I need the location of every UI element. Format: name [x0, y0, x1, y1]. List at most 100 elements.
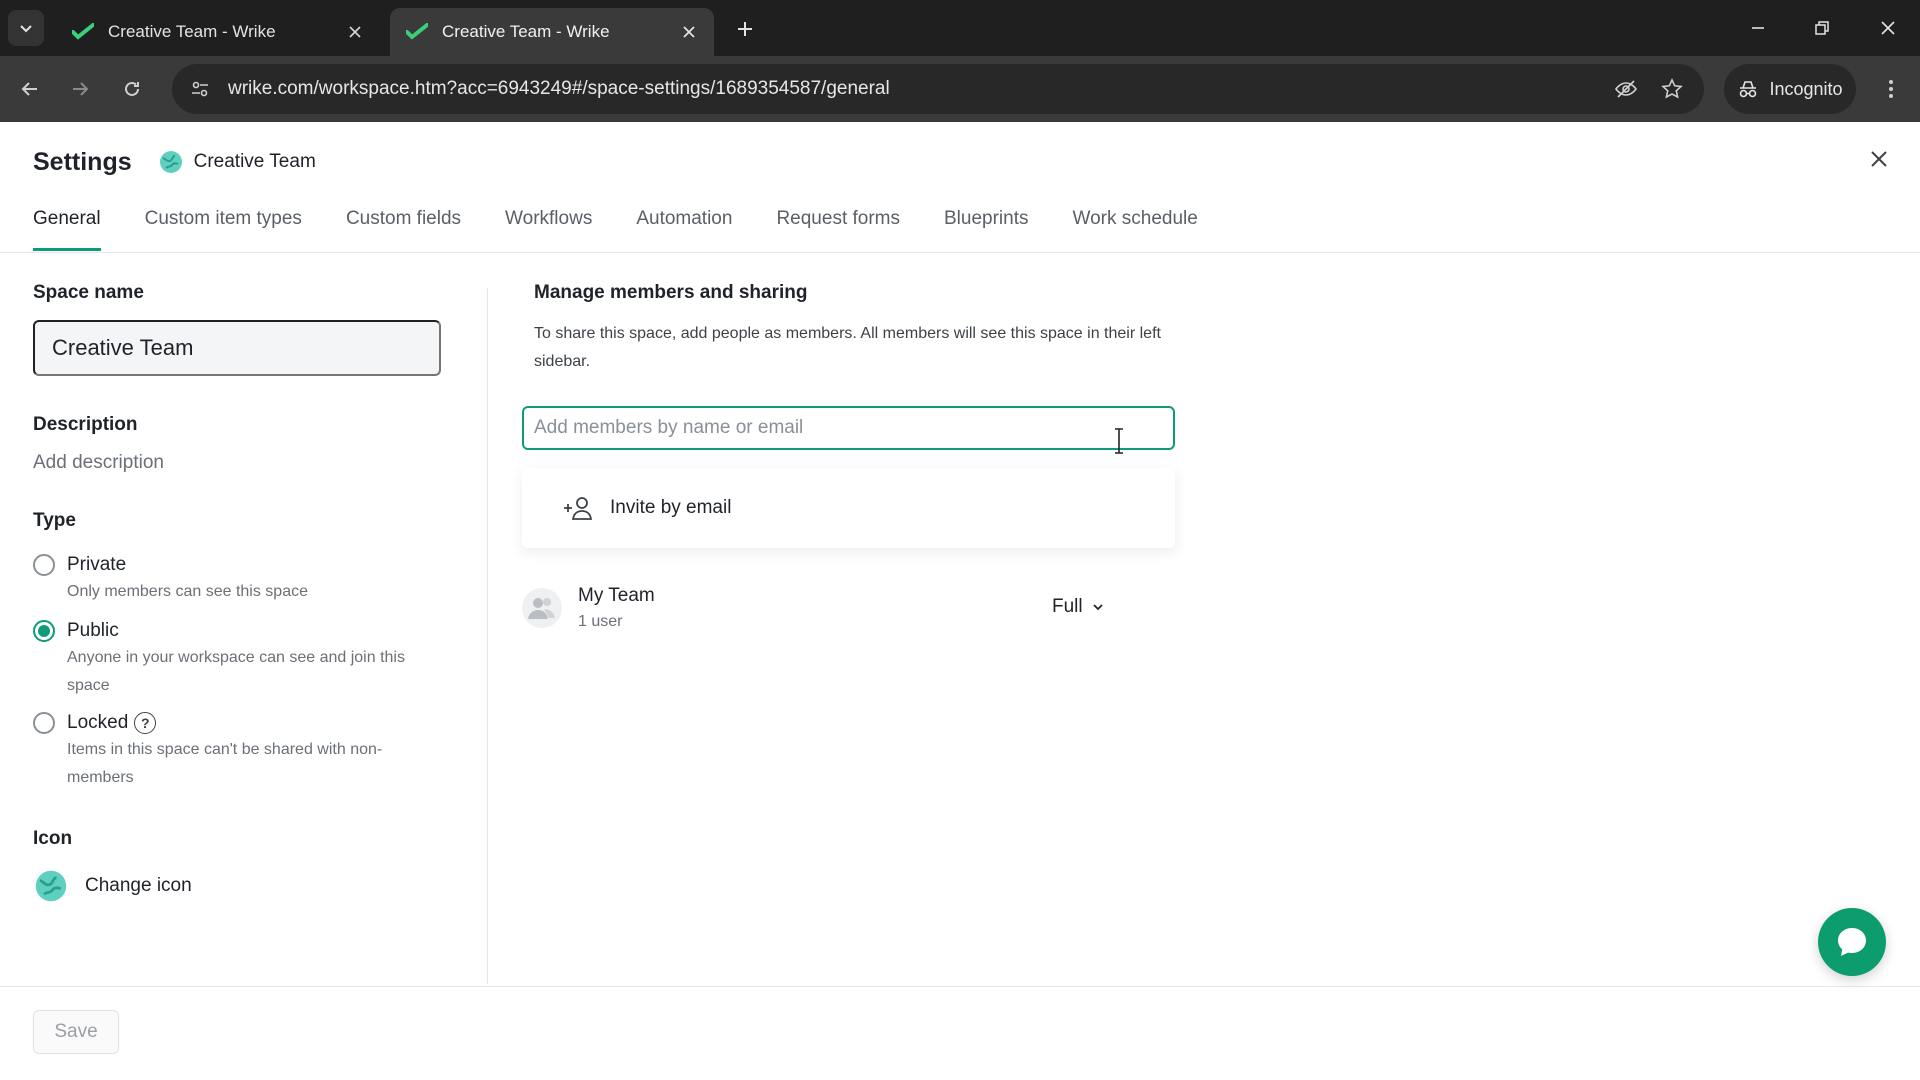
- arrow-right-icon: [73, 82, 89, 96]
- incognito-indicator[interactable]: Incognito: [1724, 64, 1856, 114]
- type-option-description: Items in this space can't be shared with…: [67, 741, 383, 786]
- browser-tab-strip: Creative Team - Wrike Creative Team - Wr…: [0, 0, 1920, 56]
- incognito-icon: [1740, 81, 1757, 98]
- type-option-description: Anyone in your workspace can see and joi…: [67, 649, 405, 694]
- add-user-icon: [564, 497, 593, 520]
- team-name: My Team: [578, 585, 655, 606]
- tab-workflows[interactable]: Workflows: [505, 204, 592, 252]
- type-option-public[interactable]: Public: [33, 620, 443, 642]
- settings-tabs: General Custom item types Custom fields …: [33, 204, 1242, 252]
- space-globe-icon: [35, 870, 67, 902]
- invite-by-email-option[interactable]: Invite by email: [562, 495, 731, 521]
- chevron-down-icon: [20, 25, 32, 33]
- url-text: wrike.com/workspace.htm?acc=6943249#/spa…: [228, 78, 890, 99]
- access-level-value: Full: [1052, 596, 1083, 617]
- browser-tab[interactable]: Creative Team - Wrike: [56, 8, 380, 56]
- member-row: My Team 1 user Full: [522, 580, 1122, 636]
- space-globe-icon: [159, 151, 182, 173]
- close-icon: [1881, 21, 1895, 35]
- tab-automation[interactable]: Automation: [636, 204, 732, 252]
- close-tab-button[interactable]: [678, 21, 700, 43]
- member-suggestions-dropdown: Invite by email: [522, 468, 1175, 548]
- chat-bubble-icon: [1838, 928, 1866, 956]
- manage-members-title: Manage members and sharing: [534, 282, 808, 303]
- minimize-icon: [1752, 27, 1764, 29]
- browser-menu-button[interactable]: [1876, 73, 1906, 105]
- tab-work-schedule[interactable]: Work schedule: [1073, 204, 1198, 252]
- description-label: Description: [33, 414, 138, 435]
- back-button[interactable]: [14, 73, 46, 105]
- tab-request-forms[interactable]: Request forms: [776, 204, 900, 252]
- incognito-label: Incognito: [1769, 78, 1843, 99]
- tab-general[interactable]: General: [33, 204, 101, 252]
- plus-icon: [738, 22, 752, 36]
- tab-title: Creative Team - Wrike: [108, 22, 276, 41]
- settings-header: Settings Creative Team: [33, 144, 316, 180]
- wrike-logo-icon: [406, 23, 428, 40]
- help-question-icon[interactable]: ?: [134, 712, 157, 734]
- tab-search-button[interactable]: [8, 10, 44, 46]
- space-settings-page: Settings Creative Team General Custom it…: [0, 122, 1920, 1080]
- change-icon-label: Change icon: [85, 875, 192, 896]
- access-level-select[interactable]: Full: [1052, 596, 1105, 618]
- radio-private[interactable]: [33, 554, 55, 576]
- wrike-logo-icon: [72, 23, 94, 40]
- browser-toolbar: wrike.com/workspace.htm?acc=6943249#/spa…: [0, 56, 1920, 122]
- reload-button[interactable]: [116, 73, 148, 105]
- tab-title: Creative Team - Wrike: [442, 22, 610, 41]
- team-member-count: 1 user: [578, 613, 623, 630]
- address-bar[interactable]: wrike.com/workspace.htm?acc=6943249#/spa…: [172, 64, 1704, 114]
- tab-blueprints[interactable]: Blueprints: [944, 204, 1029, 252]
- close-window-button[interactable]: [1868, 12, 1908, 44]
- restore-icon: [1815, 21, 1829, 35]
- footer-divider: [0, 986, 1920, 987]
- space-name-input[interactable]: [33, 320, 441, 376]
- space-name-label: Space name: [33, 282, 144, 303]
- close-icon: [349, 26, 361, 38]
- general-settings-column: Space name Description Add description T…: [33, 282, 443, 904]
- new-tab-button[interactable]: [730, 14, 760, 44]
- chat-support-button[interactable]: [1818, 908, 1886, 976]
- group-icon: [528, 598, 555, 619]
- description-input[interactable]: Add description: [33, 452, 443, 474]
- minimize-button[interactable]: [1738, 12, 1778, 44]
- column-divider: [487, 288, 488, 984]
- text-cursor-icon: [1115, 428, 1123, 454]
- bookmark-star-icon[interactable]: [1656, 73, 1688, 105]
- tracking-protection-icon[interactable]: [1610, 73, 1642, 105]
- more-vertical-icon: [1889, 80, 1893, 98]
- change-icon-button[interactable]: Change icon: [33, 868, 443, 904]
- arrow-left-icon: [21, 82, 37, 96]
- radio-locked[interactable]: [33, 712, 55, 734]
- close-icon: [683, 26, 695, 38]
- close-tab-button[interactable]: [344, 21, 366, 43]
- tabs-divider: [0, 252, 1920, 253]
- save-button[interactable]: Save: [33, 1010, 119, 1054]
- type-option-label: Locked: [67, 712, 129, 733]
- site-info-icon[interactable]: [180, 78, 220, 100]
- type-option-label: Private: [67, 554, 127, 575]
- space-name-header: Creative Team: [193, 151, 316, 172]
- type-label: Type: [33, 510, 76, 531]
- type-option-locked[interactable]: Locked ?: [33, 712, 443, 734]
- members-column: Manage members and sharing To share this…: [522, 282, 1182, 630]
- type-option-description: Only members can see this space: [67, 583, 308, 600]
- invite-by-email-label: Invite by email: [610, 497, 732, 518]
- type-option-private[interactable]: Private: [33, 554, 443, 576]
- icon-label: Icon: [33, 828, 73, 849]
- manage-members-description: To share this space, add people as membe…: [534, 325, 1161, 370]
- radio-public[interactable]: [33, 620, 55, 642]
- browser-tab-active[interactable]: Creative Team - Wrike: [390, 8, 714, 56]
- chevron-down-icon: [1092, 604, 1103, 611]
- forward-button[interactable]: [64, 73, 96, 105]
- page-title: Settings: [33, 147, 132, 176]
- close-settings-button[interactable]: [1862, 142, 1896, 176]
- restore-button[interactable]: [1802, 12, 1842, 44]
- close-icon: [1871, 151, 1887, 167]
- type-option-label: Public: [67, 620, 119, 641]
- tab-custom-fields[interactable]: Custom fields: [346, 204, 461, 252]
- team-avatar: [522, 588, 562, 628]
- reload-icon: [125, 81, 139, 96]
- tab-custom-item-types[interactable]: Custom item types: [145, 204, 302, 252]
- add-members-input[interactable]: [522, 406, 1175, 450]
